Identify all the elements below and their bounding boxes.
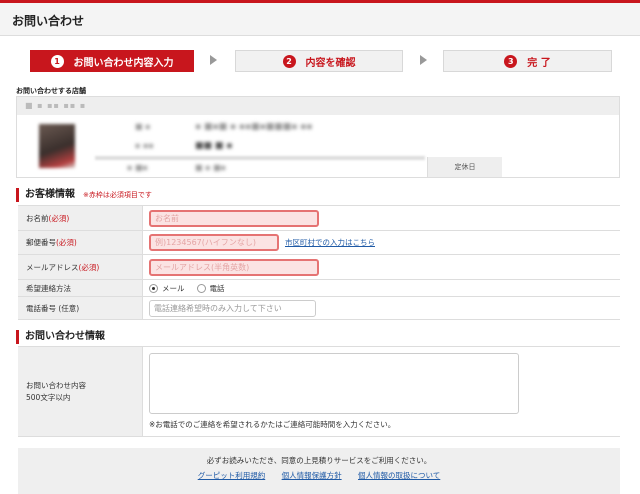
step-number: 3 [504,54,518,68]
redacted-text: ■■ ■ ▪ [195,141,233,151]
radio-selected-icon[interactable] [149,283,158,293]
personal-info-handling-link[interactable]: 個人情報の取扱について [358,471,440,480]
shop-section-label: お問い合わせする店舗 [16,87,86,95]
customer-section-heading: お客様情報 ※赤枠は必須項目です [16,188,152,202]
zip-label-text: 郵便番号 [26,238,56,247]
name-input[interactable]: お名前 [149,209,319,227]
email-label-text: メールアドレス [26,262,79,272]
terms-link[interactable]: グーピット利用規約 [198,471,266,480]
name-row: お名前 (必須) お名前 [18,206,620,231]
email-label: メールアドレス (必須) [18,255,142,279]
inquiry-hint: ※お電話でのご連絡を希望されるかたはご連絡可能時間を入力ください。 [149,420,396,429]
required-mark: (必須) [78,262,100,272]
contact-method-label: 希望連絡方法 [18,280,142,296]
radio-unselected-icon[interactable] [196,283,206,293]
redacted-text: ▪ ■▪ [127,163,148,172]
inquiry-form: お問い合わせ内容 500文字以内 ※お電話でのご連絡を希望されるかたはご連絡可能… [18,346,620,437]
inquiry-label-line1: お問い合わせ内容 [26,380,86,390]
inquiry-heading-text: お問い合わせ情報 [25,331,105,342]
page-title: お問い合わせ [12,14,85,28]
contact-method-cell: メール 電話 [142,280,620,296]
progress-steps: 1 お問い合わせ内容入力 2 内容を確認 3 完 了 [30,50,612,72]
name-label-text: お名前 [26,213,49,223]
redacted-bar [95,156,425,160]
zip-cell: 例)1234567(ハイフンなし) 市区町村での入力はこちら [142,231,620,254]
zip-input[interactable]: 例)1234567(ハイフンなし) [149,234,279,251]
contact-method-row: 希望連絡方法 メール 電話 [18,280,620,297]
step-arrow-icon [420,55,427,65]
email-row: メールアドレス (必須) メールアドレス(半角英数) [18,255,620,280]
inquiry-textarea[interactable] [149,353,519,414]
inquiry-label-line2: 500文字以内 [26,392,71,402]
shop-info-box: ■ ▪ ▪▪ ▪▪ ▪ ■ ▪ ▪ ■▪■ ▪ ▪▪■▪■■■▪ ▪▪ ▪ ▪▪… [16,96,620,178]
privacy-policy-link[interactable]: 個人情報保護方針 [282,471,342,480]
step-label: 完 了 [527,57,551,69]
radio-email-label: メール [162,283,185,293]
zip-row: 郵便番号 (必須) 例)1234567(ハイフンなし) 市区町村での入力はこちら [18,231,620,255]
radio-email[interactable]: メール [149,283,185,294]
step-complete: 3 完 了 [443,50,612,72]
phone-input[interactable]: 電話連絡希望時のみ入力して下さい [149,299,316,317]
shop-name-redacted: ■ ▪ ▪▪ ▪▪ ▪ [25,101,87,110]
inquiry-content-label: お問い合わせ内容 500文字以内 [18,347,142,436]
name-cell: お名前 [142,206,620,230]
shop-name-row: ■ ▪ ▪▪ ▪▪ ▪ [17,97,619,115]
agreement-text: 必ずお読みいただき、同意の上見積りサービスをご利用ください。 [206,456,432,465]
customer-heading-text: お客様情報 [25,189,75,200]
radio-phone[interactable]: 電話 [196,283,225,294]
radio-phone-label: 電話 [209,283,225,293]
agreement-links: グーピット利用規約 個人情報保護方針 個人情報の取扱について [18,470,620,481]
redacted-text: ■ ▪ [135,122,151,131]
step-arrow-icon [210,55,217,65]
step-label: お問い合わせ内容入力 [73,57,174,69]
redacted-text: ▪ ▪▪ [135,141,154,150]
required-mark: (必須) [48,213,70,223]
inquiry-content-cell: ※お電話でのご連絡を希望されるかたはご連絡可能時間を入力ください。 [142,347,620,436]
redacted-text: ▪ ■▪■ ▪ ▪▪■▪■■■▪ ▪▪ [195,122,313,132]
title-bar: お問い合わせ [0,0,640,36]
zip-label: 郵便番号 (必須) [18,231,142,254]
step-confirm: 2 内容を確認 [235,50,403,72]
step-number: 2 [282,54,296,68]
required-mark: (必須) [56,238,77,247]
phone-row: 電話番号 (任意) 電話連絡希望時のみ入力して下さい [18,297,620,320]
phone-cell: 電話連絡希望時のみ入力して下さい [142,297,620,319]
email-input[interactable]: メールアドレス(半角英数) [149,258,319,276]
agreement-box: 必ずお読みいただき、同意の上見積りサービスをご利用ください。 グーピット利用規約… [18,448,620,494]
step-input: 1 お問い合わせ内容入力 [30,50,194,72]
inquiry-content-row: お問い合わせ内容 500文字以内 ※お電話でのご連絡を希望されるかたはご連絡可能… [18,347,620,437]
step-label: 内容を確認 [305,57,356,69]
inquiry-section-heading: お問い合わせ情報 [16,330,105,344]
required-note: ※赤枠は必須項目です [83,191,152,199]
shop-photo [39,124,75,168]
redacted-text: ■ ▪ ■▪ [195,163,227,172]
city-search-link[interactable]: 市区町村での入力はこちら [285,237,375,248]
name-label: お名前 (必須) [18,206,142,230]
customer-form: お名前 (必須) お名前 郵便番号 (必須) 例)1234567(ハイフンなし) 市… [18,205,620,320]
step-number: 1 [50,54,64,68]
rest-day-label: 定休日 [427,157,502,177]
phone-label: 電話番号 (任意) [18,297,142,319]
email-cell: メールアドレス(半角英数) [142,255,620,279]
